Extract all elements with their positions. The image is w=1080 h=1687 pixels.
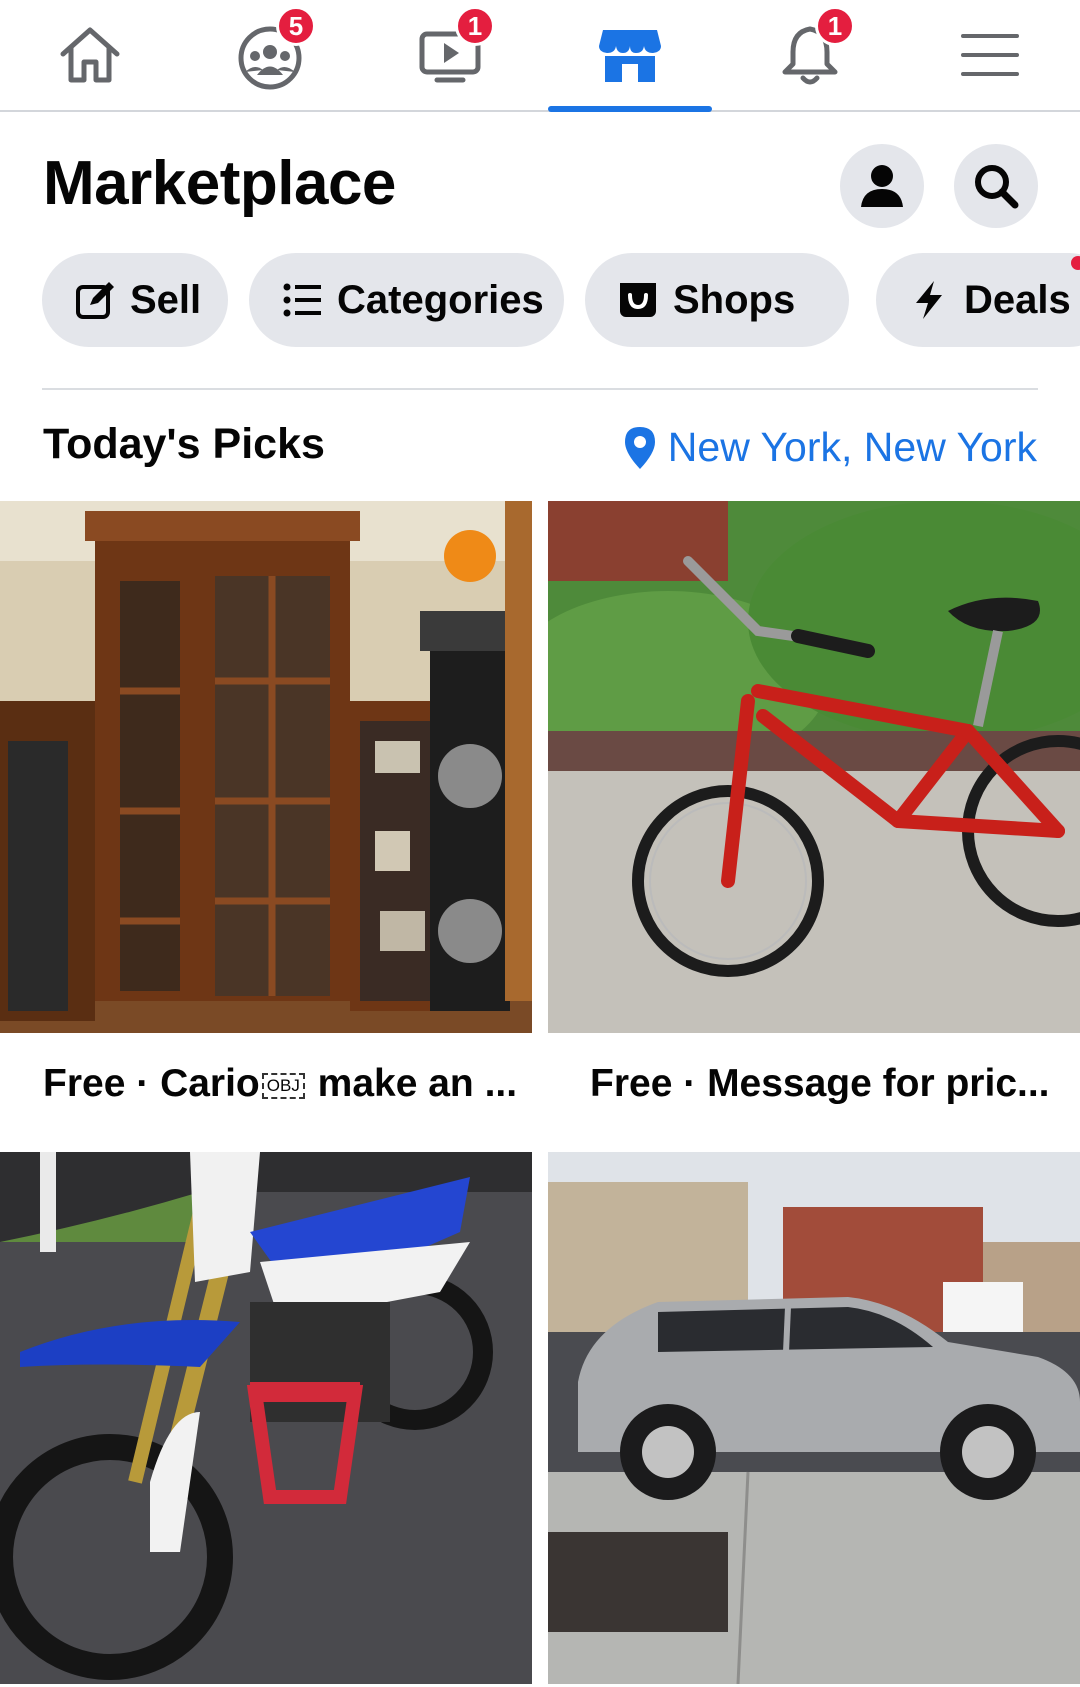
location-link[interactable]: New York, New York: [622, 424, 1037, 471]
listing-separator: ·: [672, 1062, 708, 1105]
shops-chip-label: Shops: [673, 277, 796, 322]
listing-image-suv[interactable]: [548, 1152, 1080, 1684]
nav-home-button[interactable]: [30, 10, 150, 100]
location-pin-icon: [624, 426, 655, 469]
deals-chip-label: Deals: [964, 277, 1071, 322]
suv-photo: [548, 1152, 1080, 1684]
hamburger-menu-icon: [961, 34, 1019, 76]
listing-title: Cario: [160, 1062, 260, 1105]
nav-marketplace-button[interactable]: [570, 10, 690, 100]
location-label: New York, New York: [667, 424, 1037, 470]
watch-badge: 1: [455, 6, 495, 46]
list-icon: [283, 283, 321, 317]
marketplace-store-icon: [599, 30, 661, 82]
listing-image-cabinet[interactable]: [0, 501, 532, 1033]
cabinet-photo: [0, 501, 532, 1033]
profile-button[interactable]: [840, 144, 924, 228]
search-icon: [975, 165, 1019, 209]
listing-caption-2[interactable]: Free · Message for pric...: [590, 1062, 1080, 1106]
nav-menu-button[interactable]: [930, 10, 1050, 100]
edit-icon: [76, 282, 114, 319]
person-icon: [861, 165, 903, 207]
page-title: Marketplace: [43, 149, 396, 218]
listing-price: Free: [590, 1062, 673, 1105]
deals-notification-dot: [1071, 256, 1080, 270]
shops-chip[interactable]: Shops: [585, 253, 849, 347]
dirt-bike-photo: [0, 1152, 532, 1684]
section-divider: [42, 388, 1038, 390]
categories-chip[interactable]: Categories: [249, 253, 564, 347]
bicycle-photo: [548, 501, 1080, 1033]
active-tab-indicator: [548, 106, 712, 112]
search-button[interactable]: [954, 144, 1038, 228]
listing-separator: ·: [125, 1062, 161, 1105]
home-icon: [60, 27, 120, 83]
section-title: Today's Picks: [43, 420, 325, 468]
object-replacement-char: OBJ: [261, 1072, 305, 1099]
listing-image-dirt-bike[interactable]: [0, 1152, 532, 1684]
categories-chip-label: Categories: [337, 277, 544, 322]
groups-badge: 5: [276, 6, 316, 46]
listing-title-cont: make an ...: [306, 1062, 518, 1105]
deals-chip[interactable]: Deals: [876, 253, 1080, 347]
sell-chip[interactable]: Sell: [42, 253, 228, 347]
listing-title: Message for pric...: [707, 1062, 1050, 1105]
shopping-bag-icon: [620, 283, 656, 317]
sell-chip-label: Sell: [130, 277, 202, 322]
listing-price: Free: [43, 1062, 126, 1105]
lightning-icon: [916, 281, 942, 319]
top-navigation-bar: 5 1 1: [0, 0, 1080, 112]
listing-image-bicycle[interactable]: [548, 501, 1080, 1033]
notifications-badge: 1: [815, 6, 855, 46]
listing-caption-1[interactable]: Free · Cario OBJ make an ...: [43, 1062, 563, 1106]
